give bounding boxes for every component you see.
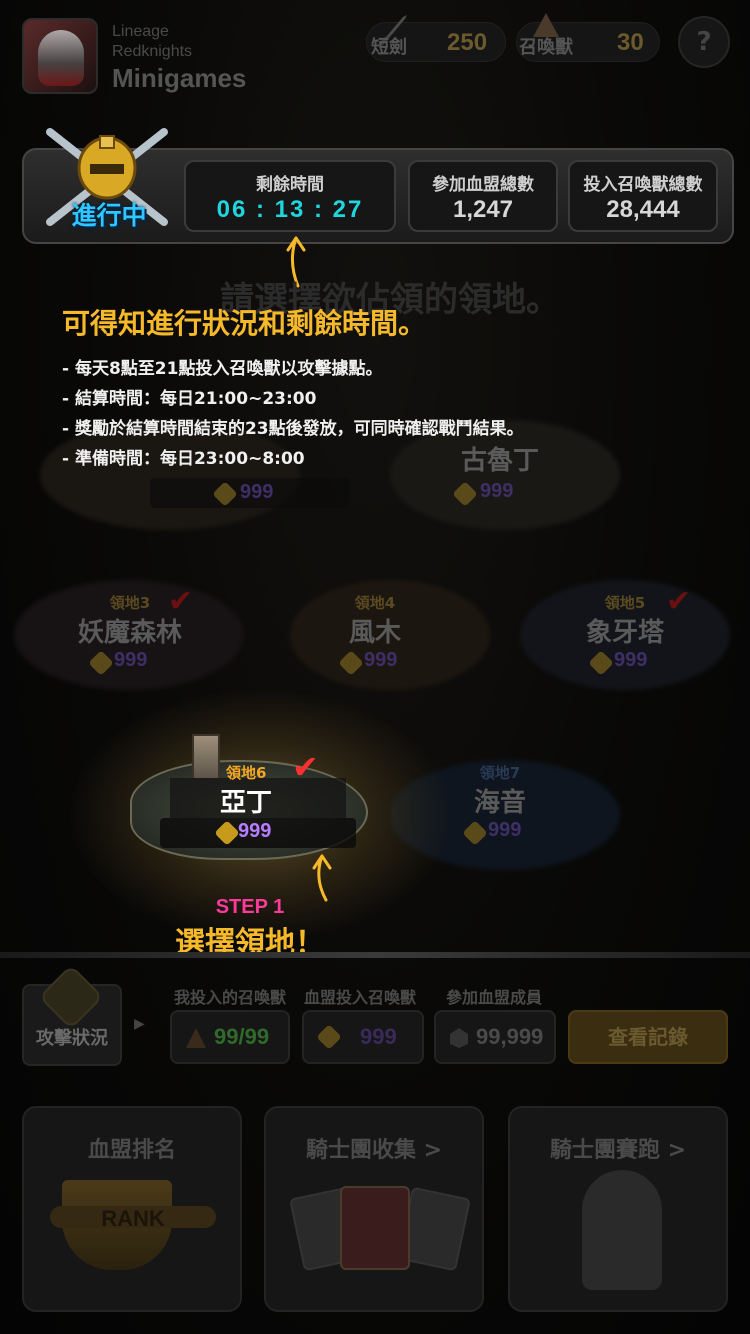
app-title-line1: Lineage [112,23,169,40]
coin-icon [462,820,488,846]
summon-count: 30 [617,29,644,56]
summon-icon [186,1028,206,1048]
arrow-up-icon [312,854,332,902]
clans-total-value: 1,247 [452,196,514,223]
territory-6-count: 999 [238,820,272,842]
remaining-time-box: 剩餘時間 06 : 13 : 27 [184,160,396,232]
clan-summons-label: 血盟投入召喚獸 [304,988,417,1007]
tutorial-headline: 可得知進行狀況和剩餘時間。 [62,307,427,340]
summons-total-label: 投入召喚獸總數 [583,175,703,195]
clans-total-label: 參加血盟總數 [432,175,534,195]
coin-icon [588,650,614,676]
territory-7-count: 999 [488,819,522,841]
chevron-right-icon: ▶ [134,1016,145,1032]
dagger-label: 短劍 [371,37,407,58]
tower-icon [192,734,220,780]
view-history-button[interactable]: 查看記錄 [568,1010,728,1064]
territory-3-sub: 領地3 [109,594,151,612]
step-number: STEP 1 [215,896,285,918]
avatar-portrait [38,30,84,86]
coin-icon [316,1024,342,1050]
summons-total-value: 28,444 [606,196,680,223]
coin-icon [452,481,478,507]
territory-3-count: 999 [114,649,148,671]
territory-5-name: 象牙塔 [585,618,664,648]
rule-line-3: - 獎勵於結算時間結束的23點後發放，可同時確認戰鬥結果。 [62,419,524,439]
status-badge: 進行中 [71,201,147,230]
my-summons-label: 我投入的召喚獸 [174,988,287,1007]
rank-badge-text: RANK [101,1206,165,1231]
my-summons-box: 99/99 [170,1010,290,1064]
territory-6-sub: 領地6 [226,764,267,782]
dagger-count: 250 [447,29,488,56]
territory-4-count: 999 [364,649,398,671]
section-divider [0,952,750,958]
clan-summons-value: 999 [360,1024,397,1049]
territory-1-count: 999 [240,481,274,503]
territory-5-sub: 領地5 [604,594,646,612]
members-label: 參加血盟成員 [446,988,543,1007]
clan-rank-title: 血盟排名 [87,1138,176,1163]
territory-5[interactable]: 領地5 ✔ 象牙塔 999 [550,584,700,678]
territory-2-name: 古魯丁 [460,446,539,476]
knight-race-title: 騎士團賽跑 > [549,1138,687,1163]
territory-4-name: 風木 [348,618,401,648]
territory-5-count: 999 [614,649,648,671]
territory-3-name: 妖魔森林 [77,618,182,648]
territory-2-count: 999 [480,480,514,502]
members-icon [450,1028,468,1048]
app-title: Lineage Redknights Minigames [112,22,312,94]
territory-7-sub: 領地7 [479,764,521,782]
app-title-line3: Minigames [112,63,247,93]
top-header: Lineage Redknights Minigames 短劍 250 召喚獸 … [0,0,750,110]
territory-2[interactable]: 古魯丁 999 [400,440,600,510]
knight-collection-title: 騎士團收集 > [305,1138,443,1163]
remaining-time-label: 剩餘時間 [256,175,324,195]
territory-6-name[interactable]: 亞丁 [196,782,296,819]
my-summons-value: 99/99 [214,1024,270,1049]
clans-total-box: 參加血盟總數 1,247 [408,160,558,232]
coin-icon [88,650,114,676]
attack-status-label: 攻擊狀況 [36,1028,108,1049]
knight-race-icon [582,1170,662,1290]
territory-1[interactable]: 999 [150,478,350,508]
summons-total-box: 投入召喚獸總數 28,444 [568,160,718,232]
app-title-line2: Redknights [112,43,193,60]
rule-line-1: - 每天8點至21點投入召喚獸以攻擊據點。 [62,359,383,379]
summon-counter: 召喚獸 30 [516,13,660,62]
territory-4-sub: 領地4 [354,594,396,612]
coin-icon [338,650,364,676]
members-value: 99,999 [476,1024,544,1049]
dagger-counter: 短劍 250 [366,15,506,62]
members-box: 99,999 [434,1010,556,1064]
summon-label: 召喚獸 [519,37,573,58]
territory-4[interactable]: 領地4 風木 999 [300,592,450,678]
check-icon: ✔ [292,748,319,786]
clan-summons-box: 999 [302,1010,424,1064]
avatar[interactable] [22,18,98,94]
help-button[interactable]: ? [678,16,730,68]
rule-line-2: - 結算時間：每日21:00~23:00 [62,389,317,409]
knight-card-icon [340,1186,410,1270]
territory-3[interactable]: 領地3 ✔ 妖魔森林 999 [40,584,220,678]
remaining-time-value: 06 : 13 : 27 [216,196,364,223]
